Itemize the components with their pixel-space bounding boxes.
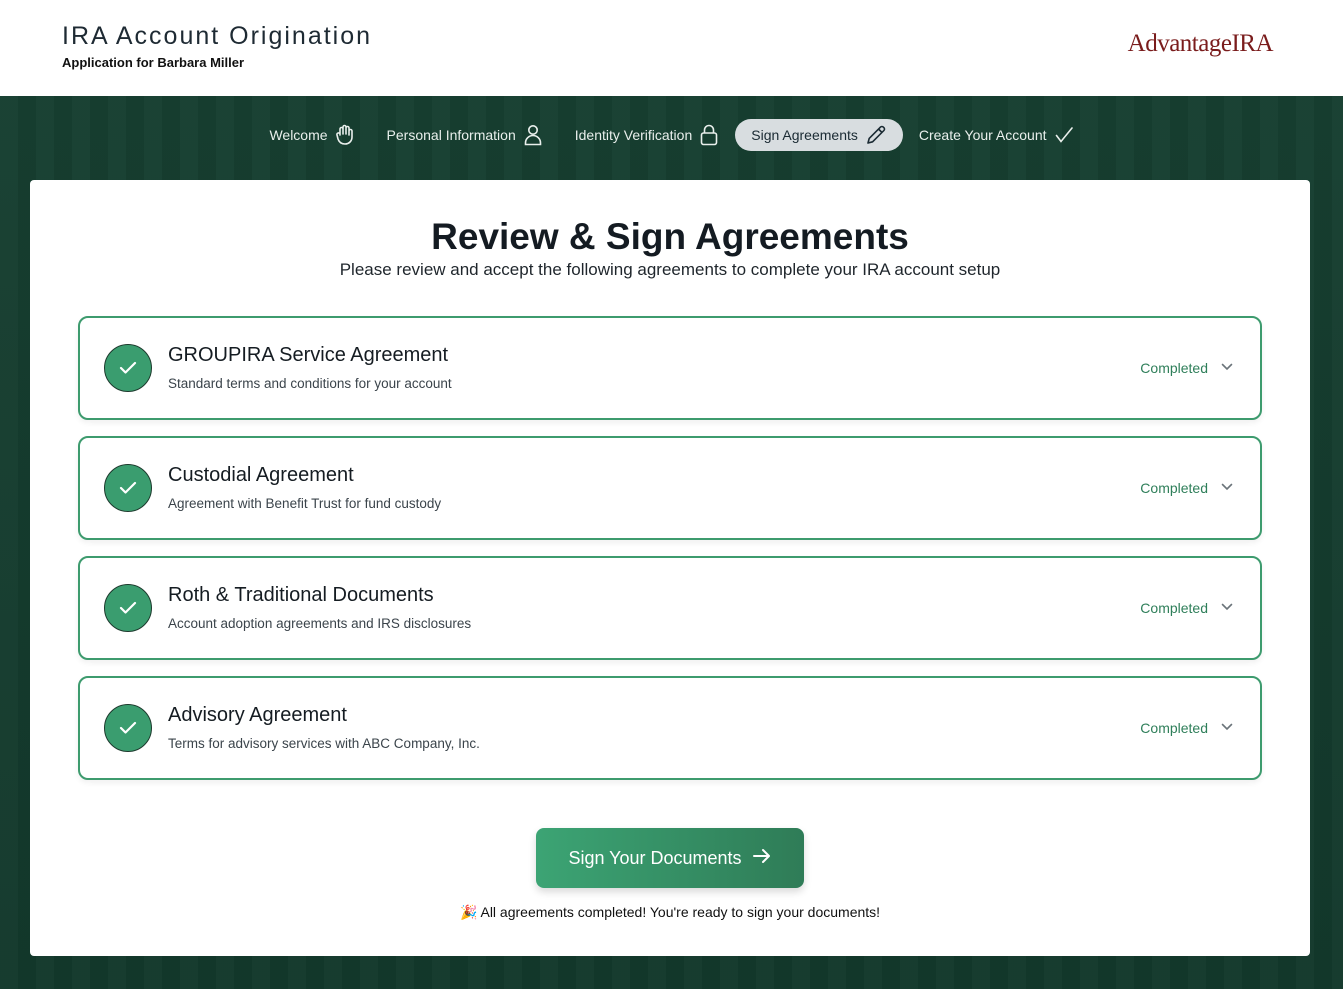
agreement-title: Advisory Agreement <box>168 704 347 726</box>
brand-logo[interactable]: AdvantageIRA <box>1128 30 1274 58</box>
checkmark-icon <box>1054 125 1074 145</box>
pencil-icon <box>865 124 887 146</box>
agreement-custodial[interactable]: Custodial Agreement Agreement with Benef… <box>78 436 1262 540</box>
completion-message: 🎉 All agreements completed! You're ready… <box>459 904 881 920</box>
lock-icon <box>699 124 719 146</box>
agreement-title: Custodial Agreement <box>168 464 354 486</box>
arrow-right-icon <box>752 847 772 870</box>
person-icon <box>523 124 543 146</box>
agreement-title: GROUPIRA Service Agreement <box>168 344 449 366</box>
agreement-advisory[interactable]: Advisory Agreement Terms for advisory se… <box>78 676 1262 780</box>
progress-steps: Welcome Personal Information Identity Ve… <box>0 119 1343 153</box>
sign-button-label: Sign Your Documents <box>568 847 742 868</box>
check-circle-icon <box>104 344 152 392</box>
step-create-your-account[interactable]: Create Your Account <box>903 119 1090 151</box>
agreement-description: Terms for advisory services with ABC Com… <box>168 736 480 751</box>
page-title: Review & Sign Agreements <box>431 216 909 257</box>
agreement-title: Roth & Traditional Documents <box>168 584 434 606</box>
agreements-card: Review & Sign Agreements Please review a… <box>30 180 1310 956</box>
hand-icon <box>335 124 355 146</box>
page-subtitle: Please review and accept the following a… <box>339 260 1001 279</box>
chevron-down-icon[interactable] <box>1220 720 1234 734</box>
check-circle-icon <box>104 704 152 752</box>
agreement-description: Agreement with Benefit Trust for fund cu… <box>168 496 442 511</box>
check-circle-icon <box>104 464 152 512</box>
step-label: Personal Information <box>386 127 516 143</box>
agreement-groupira-service[interactable]: GROUPIRA Service Agreement Standard term… <box>78 316 1262 420</box>
agreement-status: Completed <box>1140 480 1208 496</box>
agreement-description: Account adoption agreements and IRS disc… <box>168 616 472 631</box>
app-title: IRA Account Origination <box>62 22 373 50</box>
chevron-down-icon[interactable] <box>1220 360 1234 374</box>
sign-documents-button[interactable]: Sign Your Documents <box>536 828 804 888</box>
step-personal-information[interactable]: Personal Information <box>371 119 559 151</box>
agreement-status: Completed <box>1140 600 1208 616</box>
step-label: Identity Verification <box>574 127 693 143</box>
agreement-description: Standard terms and conditions for your a… <box>168 376 452 391</box>
agreement-roth-traditional[interactable]: Roth & Traditional Documents Account ado… <box>78 556 1262 660</box>
applicant-subtitle: Application for Barbara Miller <box>62 55 245 70</box>
step-label: Create Your Account <box>918 127 1047 143</box>
step-identity-verification[interactable]: Identity Verification <box>559 119 736 151</box>
check-circle-icon <box>104 584 152 632</box>
agreement-status: Completed <box>1140 360 1208 376</box>
app-header: IRA Account Origination Application for … <box>0 0 1343 96</box>
chevron-down-icon[interactable] <box>1220 480 1234 494</box>
agreement-status: Completed <box>1140 720 1208 736</box>
step-label: Welcome <box>269 127 328 143</box>
step-welcome[interactable]: Welcome <box>253 119 370 151</box>
step-sign-agreements[interactable]: Sign Agreements <box>735 119 903 151</box>
chevron-down-icon[interactable] <box>1220 600 1234 614</box>
step-label: Sign Agreements <box>751 127 858 143</box>
